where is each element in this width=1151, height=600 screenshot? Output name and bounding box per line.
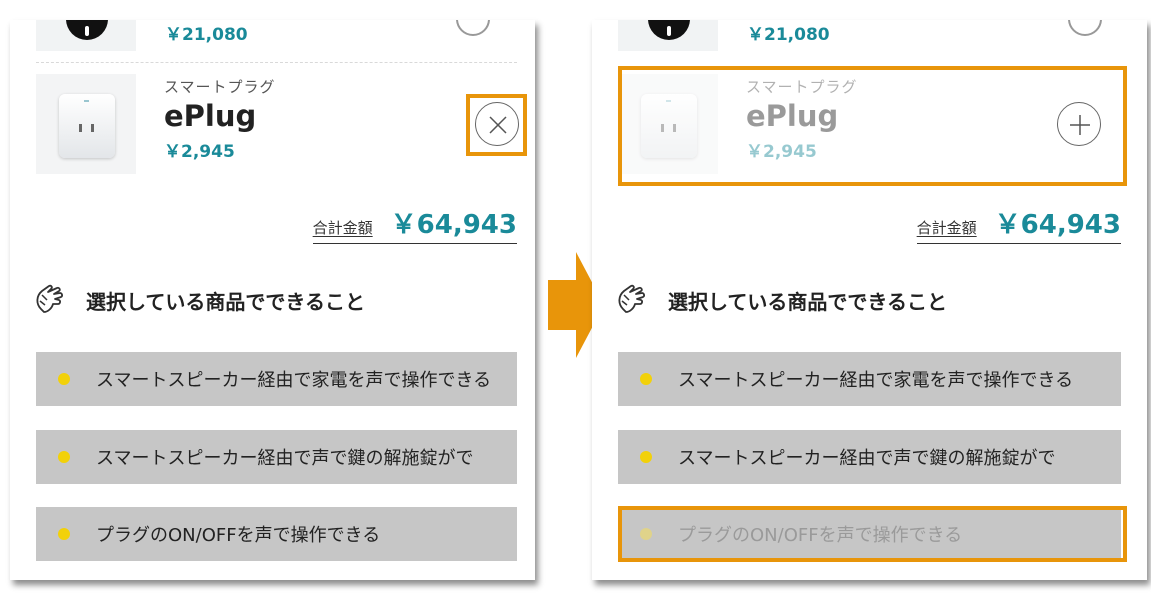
hand-icon: [618, 284, 645, 313]
feature-item: スマートスピーカー経由で声で鍵の解施錠がで: [618, 430, 1121, 484]
highlight-box: [618, 506, 1127, 562]
bullet-dot: [58, 528, 70, 540]
section-header: 選択している商品でできること: [32, 282, 365, 318]
bullet-dot: [58, 373, 70, 385]
highlight-box: [618, 66, 1127, 186]
smart-plug-icon: [59, 94, 115, 158]
bullet-dot: [640, 373, 652, 385]
total-amount: 合計金額 ￥64,943: [312, 204, 517, 244]
product-category: スマートプラグ: [164, 78, 276, 96]
section-title: 選択している商品でできること: [668, 289, 947, 314]
bullet-dot: [58, 451, 70, 463]
feature-item: スマートスピーカー経由で家電を声で操作できる: [618, 352, 1121, 406]
total-label: 合計金額: [916, 219, 977, 237]
feature-text: スマートスピーカー経由で声で鍵の解施錠がで: [678, 448, 1056, 469]
product-name: ePlug: [164, 99, 257, 133]
product-image: [36, 74, 136, 174]
product-row-eplug: スマートプラグ ePlug ￥2,945: [36, 72, 519, 180]
highlight-box: [466, 94, 527, 156]
section-header: 選択している商品でできること: [614, 282, 947, 318]
feature-text: プラグのON/OFFを声で操作できる: [96, 525, 381, 546]
total-value: ￥64,943: [390, 210, 517, 240]
item-divider: [36, 62, 517, 63]
previous-product-button[interactable]: [456, 20, 490, 36]
total-amount: 合計金額 ￥64,943: [916, 204, 1121, 244]
previous-product-button[interactable]: [1068, 20, 1102, 36]
feature-item: スマートスピーカー経由で声で鍵の解施錠がで: [36, 430, 517, 484]
total-value: ￥64,943: [994, 210, 1121, 240]
previous-product-price: ￥21,080: [165, 25, 248, 45]
bullet-dot: [640, 451, 652, 463]
feature-text: スマートスピーカー経由で声で鍵の解施錠がで: [96, 448, 474, 469]
previous-product-thumbnail: [36, 20, 136, 51]
total-label: 合計金額: [312, 219, 373, 237]
after-panel: ￥21,080 スマートプラグ ePlug ￥2,945 合計金額 ￥64,94…: [592, 20, 1147, 580]
previous-product-thumbnail: [618, 20, 718, 51]
previous-product-price: ￥21,080: [747, 25, 830, 45]
feature-item: スマートスピーカー経由で家電を声で操作できる: [36, 352, 517, 406]
feature-text: スマートスピーカー経由で家電を声で操作できる: [96, 370, 492, 391]
feature-item: プラグのON/OFFを声で操作できる: [36, 507, 517, 561]
feature-text: スマートスピーカー経由で家電を声で操作できる: [678, 370, 1074, 391]
product-price: ￥2,945: [164, 142, 235, 162]
before-panel: ￥21,080 スマートプラグ ePlug ￥2,945 合計金額 ￥64,94…: [10, 20, 535, 580]
hand-icon: [36, 284, 63, 313]
section-title: 選択している商品でできること: [86, 289, 365, 314]
